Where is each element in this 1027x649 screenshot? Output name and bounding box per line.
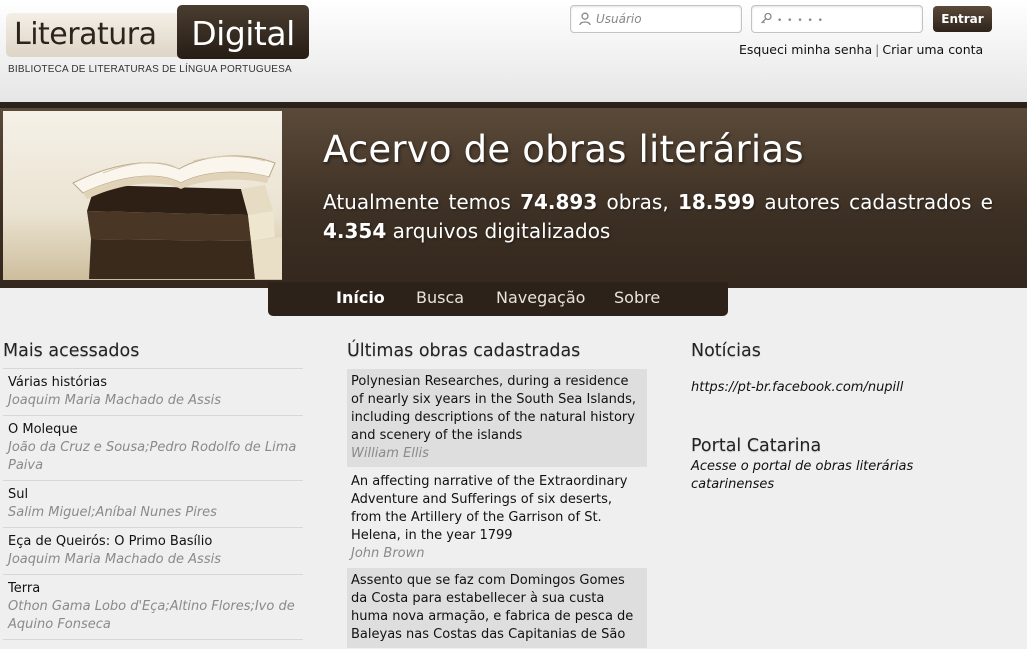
facebook-link[interactable]: https://pt-br.facebook.com/nupill <box>691 380 903 395</box>
authors-label: autores cadastrados e <box>764 190 993 214</box>
work-title[interactable]: Eça de Queirós: O Primo Basílio <box>8 533 299 551</box>
list-item[interactable]: Assento que se faz com Domingos Gomes da… <box>347 568 647 648</box>
work-author[interactable]: William Ellis <box>351 445 642 463</box>
logo-text-literatura: Literatura <box>6 13 178 57</box>
list-item[interactable]: Polynesian Researches, during a residenc… <box>347 369 647 467</box>
hero-banner: Acervo de obras literárias Atualmente te… <box>0 102 1027 288</box>
collection-stats: Atualmente temos 74.893 obras, 18.599 au… <box>323 188 993 246</box>
work-title[interactable]: Várias histórias <box>8 374 299 392</box>
login-button[interactable]: Entrar <box>933 6 992 32</box>
site-tagline: BIBLIOTECA DE LITERATURAS DE LÍNGUA PORT… <box>8 64 292 75</box>
authors-count: 18.599 <box>677 190 756 214</box>
create-account-link[interactable]: Criar uma conta <box>882 42 983 57</box>
list-item[interactable]: Terra Othon Gama Lobo d'Eça;Altino Flore… <box>3 574 303 640</box>
work-title[interactable]: An affecting narrative of the Extraordin… <box>351 473 642 545</box>
work-author[interactable]: Joaquim Maria Machado de Assis <box>8 551 299 569</box>
book-stack-illustration <box>3 111 282 280</box>
forgot-password-link[interactable]: Esqueci minha senha <box>739 42 872 57</box>
news-title: Notícias <box>691 341 761 361</box>
password-placeholder: • • • • • <box>777 16 824 26</box>
list-item[interactable]: Eça de Queirós: O Primo Basílio Joaquim … <box>3 527 303 574</box>
work-author[interactable]: Salim Miguel;Aníbal Nunes Pires <box>8 504 299 522</box>
nav-item-sobre[interactable]: Sobre <box>614 287 660 309</box>
list-item[interactable]: O Moleque João da Cruz e Sousa;Pedro Rod… <box>3 415 303 480</box>
nav-item-navegacao[interactable]: Navegação <box>496 287 585 309</box>
username-placeholder: Usuário <box>596 12 642 26</box>
work-author[interactable]: Othon Gama Lobo d'Eça;Altino Flores;Ivo … <box>8 598 299 634</box>
work-author[interactable]: João da Cruz e Sousa;Pedro Rodolfo de Li… <box>8 439 299 475</box>
work-author[interactable]: Joaquim Maria Machado de Assis <box>8 392 299 410</box>
stats-prefix: Atualmente temos <box>323 190 511 214</box>
works-count: 74.893 <box>520 190 598 214</box>
site-header: Literatura Digital BIBLIOTECA DE LITERAT… <box>0 0 1027 102</box>
nav-item-busca[interactable]: Busca <box>416 287 464 309</box>
main-nav: Início Busca Navegação Sobre <box>268 282 728 316</box>
links-separator: | <box>875 42 880 57</box>
work-title[interactable]: O Moleque <box>8 421 299 439</box>
site-logo[interactable]: Literatura Digital <box>6 5 309 59</box>
work-title[interactable]: Polynesian Researches, during a residenc… <box>351 373 642 445</box>
portal-catarina-title[interactable]: Portal Catarina <box>691 436 821 456</box>
portal-catarina-desc[interactable]: Acesse o portal de obras literárias cata… <box>691 458 951 494</box>
banner-title: Acervo de obras literárias <box>323 128 804 171</box>
nav-item-inicio[interactable]: Início <box>336 287 385 309</box>
most-accessed-title: Mais acessados <box>3 341 140 361</box>
logo-text-digital: Digital <box>177 5 309 59</box>
files-label: arquivos digitalizados <box>392 219 611 243</box>
work-title[interactable]: Terra <box>8 580 299 598</box>
work-title[interactable]: Assento que se faz com Domingos Gomes da… <box>351 572 642 644</box>
books-image <box>3 111 282 280</box>
password-input[interactable]: • • • • • <box>751 5 923 33</box>
list-item[interactable]: An affecting narrative of the Extraordin… <box>347 467 647 568</box>
files-count: 4.354 <box>323 219 387 243</box>
user-icon <box>579 12 591 26</box>
work-author[interactable]: John Brown <box>351 545 642 563</box>
latest-works-list: Polynesian Researches, during a residenc… <box>347 369 647 648</box>
account-links: Esqueci minha senha | Criar uma conta <box>739 42 983 57</box>
latest-works-title: Últimas obras cadastradas <box>347 341 581 361</box>
key-icon <box>761 12 772 24</box>
works-label: obras, <box>606 190 669 214</box>
work-title[interactable]: Sul <box>8 486 299 504</box>
list-item[interactable]: Várias histórias Joaquim Maria Machado d… <box>3 368 303 415</box>
username-input[interactable]: Usuário <box>570 5 742 33</box>
list-item[interactable]: Sul Salim Miguel;Aníbal Nunes Pires <box>3 480 303 527</box>
most-accessed-list: Várias histórias Joaquim Maria Machado d… <box>3 368 303 640</box>
